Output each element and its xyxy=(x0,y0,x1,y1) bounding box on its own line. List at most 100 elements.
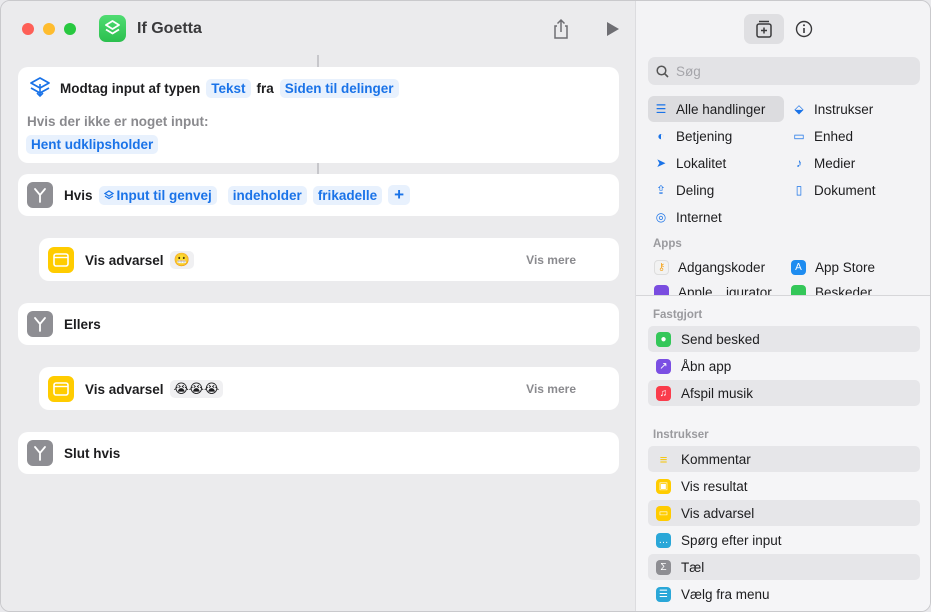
action-label: Spørg efter input xyxy=(681,532,782,548)
category-sharing[interactable]: ⇪ Deling xyxy=(648,177,714,203)
show-alert-label: Vis advarsel xyxy=(85,381,164,397)
shortcuts-app-icon xyxy=(99,15,126,42)
share-icon xyxy=(554,18,568,39)
details-tab[interactable] xyxy=(784,14,824,44)
action-choose-from-menu[interactable]: ☰ Vælg fra menu xyxy=(648,581,920,607)
if-action[interactable]: Hvis Input til genvej indeholder frikade… xyxy=(18,174,619,216)
if-label: Hvis xyxy=(64,187,93,203)
action-label: Vis resultat xyxy=(681,478,748,494)
action-label: Kommentar xyxy=(681,451,751,467)
action-label: Vælg fra menu xyxy=(681,586,770,602)
category-label: Instrukser xyxy=(814,101,874,117)
info-icon xyxy=(795,20,813,38)
app-store-icon: A xyxy=(791,260,806,275)
receive-input-action[interactable]: Modtag input af typen Tekst fra Siden ti… xyxy=(18,67,619,163)
alert-message-token[interactable]: 😭😭😭 xyxy=(169,380,224,398)
receive-input-icon xyxy=(30,77,50,98)
alert-icon xyxy=(48,376,74,402)
otherwise-label: Ellers xyxy=(64,316,101,332)
result-icon: ▣ xyxy=(656,478,671,494)
category-scripting[interactable]: ⬙ Instrukser xyxy=(786,96,873,122)
action-library-tab[interactable] xyxy=(744,14,784,44)
category-label: Enhed xyxy=(814,128,854,144)
app-label: Apple…igurator xyxy=(678,285,772,295)
alert-icon: ▭ xyxy=(656,505,671,521)
shortcut-input-token[interactable]: Input til genvej xyxy=(98,185,217,205)
category-web[interactable]: ◎ Internet xyxy=(648,204,722,230)
minimize-window-button[interactable] xyxy=(43,23,55,35)
editor-pane: If Goetta Modtag input af typen Tekst fr… xyxy=(1,1,635,611)
category-documents[interactable]: ▯ Dokument xyxy=(786,177,876,203)
share-button[interactable] xyxy=(551,18,571,40)
input-source-token[interactable]: Siden til delinger xyxy=(279,78,399,98)
document-icon: ▯ xyxy=(795,183,803,197)
show-more-button[interactable]: Vis mere xyxy=(526,382,576,396)
play-icon xyxy=(607,22,619,36)
condition-token[interactable]: indeholder xyxy=(227,185,307,205)
category-all-actions[interactable]: ☰ Alle handlinger xyxy=(648,96,784,122)
toggle-icon: ◐ xyxy=(657,129,665,143)
show-alert-action[interactable]: Vis advarsel 😭😭😭 Vis mere xyxy=(39,367,619,410)
configurator-icon xyxy=(654,285,669,295)
app-configurator[interactable]: Apple…igurator xyxy=(654,285,772,295)
search-placeholder: Søg xyxy=(676,63,701,79)
close-window-button[interactable] xyxy=(22,23,34,35)
otherwise-action[interactable]: Ellers xyxy=(18,303,619,345)
add-condition-button[interactable]: + xyxy=(388,185,411,205)
condition-value-token[interactable]: frikadelle xyxy=(312,185,383,205)
action-label: Tæl xyxy=(681,559,705,575)
app-messages[interactable]: Beskeder xyxy=(791,285,872,295)
branch-icon xyxy=(27,311,53,337)
end-if-action[interactable]: Slut hvis xyxy=(18,432,619,474)
connector-line xyxy=(317,55,319,67)
key-icon: ⚷ xyxy=(654,260,669,275)
app-app-store[interactable]: A App Store xyxy=(791,260,875,275)
from-label: fra xyxy=(256,80,274,96)
list-icon: ☰ xyxy=(655,102,667,116)
action-open-app[interactable]: ↗ Åbn app xyxy=(648,353,920,379)
app-passwords[interactable]: ⚷ Adgangskoder xyxy=(654,260,765,275)
fallback-action-token[interactable]: Hent udklipsholder xyxy=(26,135,159,154)
shortcut-input-label: Input til genvej xyxy=(116,187,212,203)
action-send-message[interactable]: ● Send besked xyxy=(648,326,920,352)
end-if-label: Slut hvis xyxy=(64,445,121,461)
scripting-icon: ⬙ xyxy=(794,102,804,116)
app-label: Beskeder xyxy=(815,285,873,295)
alert-icon xyxy=(48,247,74,273)
no-input-label: Hvis der ikke er noget input: xyxy=(27,114,209,129)
zoom-window-button[interactable] xyxy=(64,23,76,35)
category-label: Lokalitet xyxy=(676,155,727,171)
category-media[interactable]: ♪ Medier xyxy=(786,150,855,176)
input-type-token[interactable]: Tekst xyxy=(206,78,251,98)
category-controls[interactable]: ◐ Betjening xyxy=(648,123,732,149)
open-app-arrow-icon: ↗ xyxy=(656,358,671,374)
layers-icon xyxy=(103,190,114,200)
show-alert-action[interactable]: Vis advarsel 😬 Vis mere xyxy=(39,238,619,281)
show-more-button[interactable]: Vis mere xyxy=(526,253,576,267)
connector-line xyxy=(317,163,319,174)
search-icon xyxy=(656,64,669,78)
action-comment[interactable]: ≡ Kommentar xyxy=(648,446,920,472)
action-show-result[interactable]: ▣ Vis resultat xyxy=(648,473,920,499)
compass-icon: ◎ xyxy=(655,210,667,224)
app-label: App Store xyxy=(815,260,876,275)
alert-message-token[interactable]: 😬 xyxy=(169,251,194,269)
search-field[interactable]: Søg xyxy=(648,57,920,85)
action-play-music[interactable]: ♫ Afspil musik xyxy=(648,380,920,406)
message-bubble-icon: ● xyxy=(656,331,671,347)
monitor-icon: ▭ xyxy=(793,129,805,143)
window-title: If Goetta xyxy=(137,20,202,37)
action-label: Åbn app xyxy=(681,358,732,374)
category-device[interactable]: ▭ Enhed xyxy=(786,123,853,149)
location-icon: ➤ xyxy=(655,156,667,170)
run-button[interactable] xyxy=(605,21,621,37)
action-count[interactable]: Σ Tæl xyxy=(648,554,920,580)
action-label: Afspil musik xyxy=(681,385,754,401)
action-label: Vis advarsel xyxy=(681,505,755,521)
receive-input-label: Modtag input af typen xyxy=(60,80,201,96)
category-label: Alle handlinger xyxy=(676,101,766,117)
action-ask-for-input[interactable]: … Spørg efter input xyxy=(648,527,920,553)
category-location[interactable]: ➤ Lokalitet xyxy=(648,150,726,176)
action-show-alert[interactable]: ▭ Vis advarsel xyxy=(648,500,920,526)
app-label: Adgangskoder xyxy=(678,260,766,275)
